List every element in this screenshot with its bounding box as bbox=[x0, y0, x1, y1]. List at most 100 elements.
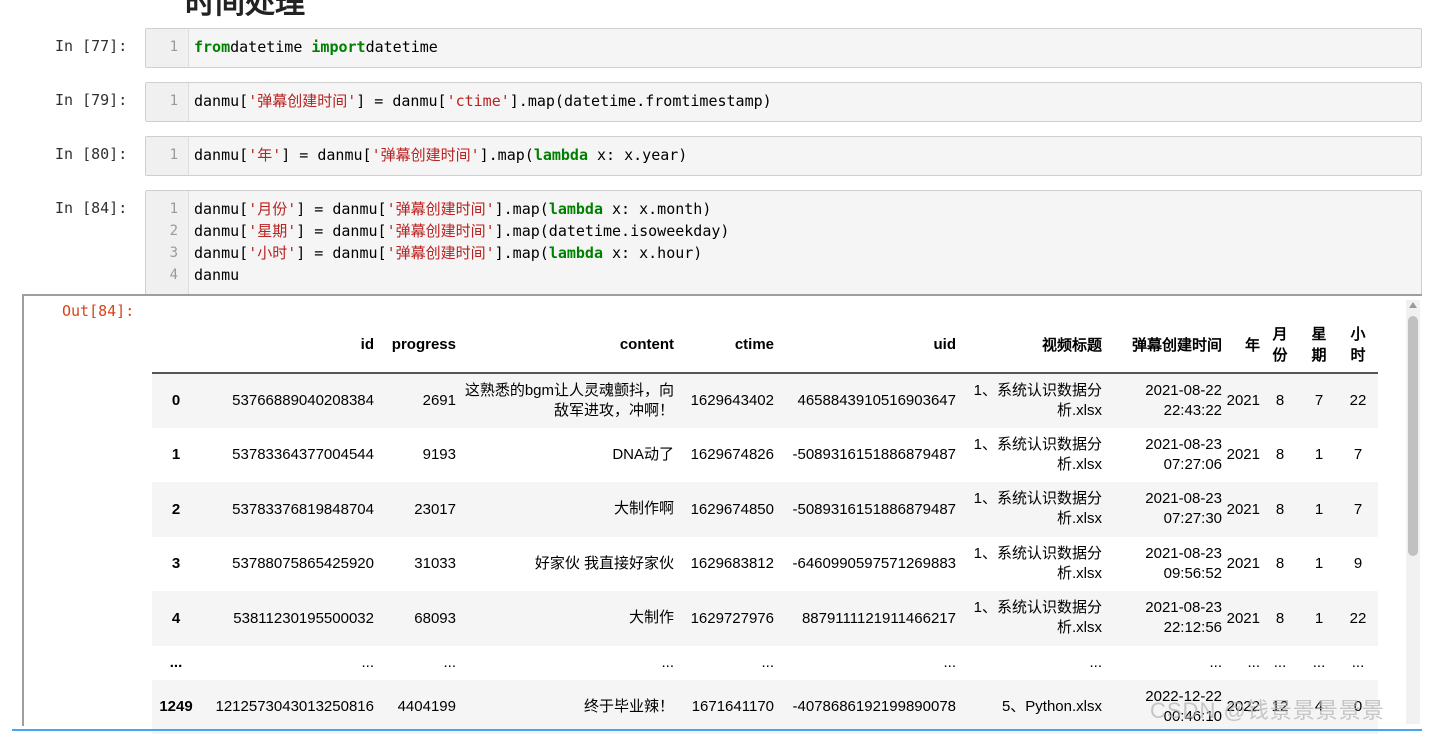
code-token: ].map( bbox=[479, 146, 534, 164]
code-keyword: from bbox=[194, 38, 231, 56]
column-header[interactable]: 弹幕创建时间 bbox=[1102, 316, 1222, 374]
code-token: x: x.hour) bbox=[603, 244, 703, 262]
output-scrollbar[interactable] bbox=[1406, 300, 1420, 724]
table-cell: 9193 bbox=[422, 446, 456, 464]
table-cell: 31033 bbox=[414, 555, 456, 573]
table-row: 1 53783364377004544 9193 DNA动了 1629674826 -50… bbox=[152, 428, 1378, 483]
line-number: 1 bbox=[169, 93, 178, 109]
table-cell: 1 bbox=[1314, 500, 1324, 518]
code-token: datetime bbox=[230, 38, 312, 56]
code-token: danmu[ bbox=[194, 244, 249, 262]
table-cell: 2021 bbox=[1226, 446, 1260, 464]
code-string: '年' bbox=[248, 146, 282, 164]
table-cell: DNA动了 bbox=[612, 445, 674, 463]
scroll-up-arrow-icon[interactable] bbox=[1409, 302, 1417, 308]
table-row: 3 53788075865425920 31033 好家伙 我直接好家伙 1629683… bbox=[152, 537, 1378, 592]
table-cell: 8 bbox=[1275, 500, 1285, 518]
code-text: danmu['小时'] = danmu['弹幕创建时间'].map(lambda… bbox=[194, 242, 702, 264]
table-cell: 1 bbox=[1314, 555, 1324, 573]
table-cell: 7 bbox=[1353, 500, 1363, 518]
row-index: 3 bbox=[171, 555, 181, 573]
column-header[interactable]: id bbox=[200, 316, 374, 374]
column-header[interactable]: progress bbox=[374, 316, 456, 374]
table-cell: 终于毕业辣！ bbox=[583, 697, 674, 715]
table-cell: -6460990597571269883 bbox=[792, 555, 957, 573]
table-cell: 1、系统认识数据分析.xlsx bbox=[973, 435, 1102, 473]
code-editor[interactable]: 1 danmu['月份'] = danmu['弹幕创建时间'].map(lambd… bbox=[145, 190, 1422, 296]
column-header[interactable]: ctime bbox=[674, 316, 774, 374]
table-cell: 2021 bbox=[1226, 609, 1260, 627]
code-token: datetime bbox=[365, 38, 438, 56]
code-line: 3 danmu['小时'] = danmu['弹幕创建时间'].map(lambd… bbox=[146, 242, 1421, 264]
input-prompt: In [77]: bbox=[55, 37, 128, 55]
column-header[interactable]: 视频标题 bbox=[956, 316, 1102, 374]
table-cell: 5、Python.xlsx bbox=[1001, 697, 1102, 715]
code-editor[interactable]: 1 danmu['弹幕创建时间'] = danmu['ctime'].map(da… bbox=[145, 82, 1422, 122]
table-cell: 2021 bbox=[1226, 555, 1260, 573]
column-header[interactable] bbox=[152, 316, 200, 374]
table-row: .................................... bbox=[152, 646, 1378, 680]
next-cell-edge bbox=[12, 729, 1422, 737]
table-cell: 53811230195500032 bbox=[233, 609, 374, 627]
line-number: 4 bbox=[169, 267, 178, 283]
code-string: '小时' bbox=[248, 244, 297, 262]
column-header[interactable]: content bbox=[456, 316, 674, 374]
row-index: 2 bbox=[171, 500, 181, 518]
code-editor[interactable]: 1 fromdatetime importdatetime bbox=[145, 28, 1422, 68]
code-text: danmu bbox=[194, 264, 239, 286]
table-cell: 7 bbox=[1314, 392, 1324, 410]
line-number: 3 bbox=[169, 245, 178, 261]
table-cell: ... bbox=[443, 654, 456, 671]
code-text: danmu['月份'] = danmu['弹幕创建时间'].map(lambda… bbox=[194, 198, 711, 220]
input-prompt: In [79]: bbox=[55, 91, 128, 109]
code-token: danmu[ bbox=[194, 200, 249, 218]
table-cell: 53766889040208384 bbox=[232, 392, 374, 410]
table-cell: 2021-08-23 09:56:52 bbox=[1145, 544, 1222, 582]
notebook-heading-fragment: 时间处理 bbox=[185, 0, 305, 20]
code-line: 4 danmu bbox=[146, 264, 1421, 286]
code-token: x: x.year) bbox=[588, 146, 688, 164]
table-cell: 53783376819848704 bbox=[232, 500, 374, 518]
table-cell: 22 bbox=[1349, 392, 1367, 410]
table-cell: ... bbox=[943, 654, 956, 671]
column-header[interactable]: 星期 bbox=[1300, 316, 1338, 374]
table-cell: 大制作啊 bbox=[613, 500, 674, 518]
column-header[interactable]: 月份 bbox=[1260, 316, 1300, 374]
code-line: 1 fromdatetime importdatetime bbox=[146, 36, 1421, 58]
code-string: '弹幕创建时间' bbox=[386, 200, 495, 218]
code-token: x: x.month) bbox=[603, 200, 712, 218]
column-header[interactable]: uid bbox=[774, 316, 956, 374]
code-line: 2 danmu['星期'] = danmu['弹幕创建时间'].map(datet… bbox=[146, 220, 1421, 242]
table-cell: 1629674850 bbox=[690, 500, 774, 518]
code-token: ].map(datetime.isoweekday) bbox=[494, 222, 730, 240]
table-cell: 1629674826 bbox=[690, 446, 774, 464]
row-index: 1 bbox=[171, 446, 181, 464]
table-cell: 1、系统认识数据分析.xlsx bbox=[973, 599, 1102, 637]
table-cell: 1、系统认识数据分析.xlsx bbox=[973, 490, 1102, 528]
table-cell: ... bbox=[1209, 653, 1222, 671]
code-line: 1 danmu['弹幕创建时间'] = danmu['ctime'].map(da… bbox=[146, 90, 1421, 112]
table-cell: 8 bbox=[1275, 392, 1285, 410]
code-editor[interactable]: 1 danmu['年'] = danmu['弹幕创建时间'].map(lambda… bbox=[145, 136, 1422, 176]
scrollbar-thumb[interactable] bbox=[1408, 316, 1418, 556]
code-token: ] = danmu[ bbox=[296, 244, 387, 262]
code-token: ].map( bbox=[494, 244, 549, 262]
table-cell: 1、系统认识数据分析.xlsx bbox=[973, 544, 1102, 582]
table-cell: 4658843910516903647 bbox=[797, 392, 956, 410]
column-header[interactable]: 年 bbox=[1222, 316, 1260, 374]
code-keyword: import bbox=[311, 38, 366, 56]
code-token: danmu[ bbox=[194, 222, 249, 240]
code-line: 1 danmu['年'] = danmu['弹幕创建时间'].map(lambda… bbox=[146, 144, 1421, 166]
column-header[interactable]: 小时 bbox=[1338, 316, 1378, 374]
table-cell: -4078686192199890078 bbox=[792, 698, 957, 716]
code-token: ] = danmu[ bbox=[296, 200, 387, 218]
table-cell: ... bbox=[661, 653, 674, 671]
line-number: 1 bbox=[169, 39, 178, 55]
code-string: '弹幕创建时间' bbox=[386, 244, 495, 262]
table-cell: 23017 bbox=[414, 500, 456, 518]
input-prompt: In [80]: bbox=[55, 145, 128, 163]
table-cell: 1、系统认识数据分析.xlsx bbox=[973, 381, 1102, 419]
row-index: 0 bbox=[171, 392, 181, 410]
input-prompt: In [84]: bbox=[55, 199, 128, 217]
code-token: ].map( bbox=[494, 200, 549, 218]
